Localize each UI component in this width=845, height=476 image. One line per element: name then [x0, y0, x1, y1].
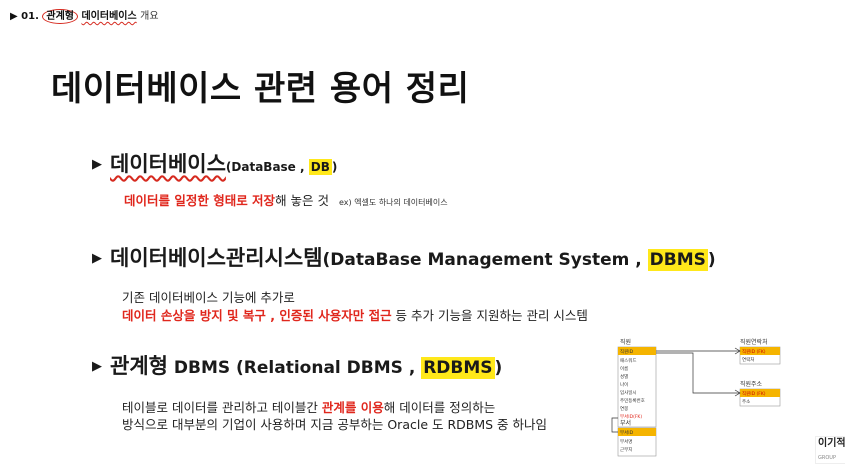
- dbms-rest-text: 등 추가 기능을 지원하는 관리 시스템: [391, 308, 588, 323]
- term-database: 데이터베이스: [110, 152, 226, 176]
- breadcrumb-circled-word: 관계형: [42, 9, 78, 24]
- term-relational: 관계형: [110, 354, 168, 378]
- erd-employee-title: 직원: [620, 338, 631, 346]
- erd-contact-field: 직원ID (FK): [742, 348, 766, 355]
- desc-red: 데이터를 일정한 형태로 저장: [124, 193, 276, 208]
- term-dbms: 데이터베이스관리시스템: [110, 246, 323, 270]
- bullet-icon: ▶: [92, 251, 102, 266]
- term-paren-suffix: ): [494, 358, 503, 378]
- page-title: 데이터베이스 관련 용어 정리: [51, 69, 470, 109]
- erd-employee-field: 이름: [620, 365, 628, 372]
- erd-employee-field: 패스워드: [620, 357, 637, 364]
- breadcrumb-prefix: ▶ 01.: [10, 11, 39, 22]
- rdbms-line1-a: 테이블로 데이터를 관리하고 테이블간: [122, 400, 322, 415]
- dbms-red-text: 데이터 손상을 방지 및 복구 , 인증된 사용자만 접근: [122, 308, 392, 323]
- erd-employee-field: 주민등록번호: [620, 397, 645, 404]
- erd-employee-field: 입사일시: [620, 389, 637, 396]
- erd-employee-field: 부서ID(FK): [620, 413, 642, 420]
- breadcrumb-suffix: 개요: [140, 11, 159, 22]
- erd-dept-field: 부서명: [620, 438, 632, 445]
- erd-diagram: 직원 직원ID 패스워드 이름 성별 나이 입사일시 주민등록번호 연봉 부서I…: [611, 338, 781, 457]
- erd-dept-title: 부서: [620, 419, 631, 427]
- logo-subtext: GROUP STUDY: [818, 455, 836, 461]
- section-dbms-line2: 데이터 손상을 방지 및 복구 , 인증된 사용자만 접근 등 추가 기능을 지…: [122, 305, 588, 324]
- erd-address-field: 직원ID (FK): [742, 390, 766, 397]
- erd-dept-field: 부서ID: [620, 429, 634, 436]
- desc-rest: 해 놓은 것: [275, 193, 330, 208]
- erd-employee-field: 직원ID: [620, 348, 634, 355]
- erd-contact-field: 연락처: [742, 356, 754, 363]
- breadcrumb: ▶ 01. 관계형 데이터베이스 개요: [10, 7, 159, 24]
- term-abbr-highlight: RDBMS: [421, 357, 495, 379]
- term-paren-prefix: (DataBase Management System ,: [322, 250, 648, 270]
- breadcrumb-wavy-word: 데이터베이스: [81, 11, 137, 22]
- rdbms-line1-red: 관계를 이용: [321, 400, 384, 415]
- section-database-desc: 데이터를 일정한 형태로 저장해 놓은 것 ex) 엑셀도 하나의 데이터베이스: [124, 190, 448, 209]
- erd-employee-field: 성별: [620, 373, 628, 380]
- section-rdbms-line2: 방식으로 대부분의 기업이 사용하며 지금 공부하는 Oracle 도 RDBM…: [122, 417, 548, 432]
- bullet-icon: ▶: [92, 359, 102, 374]
- term-paren-suffix: ): [331, 160, 338, 174]
- erd-contact-title: 직원연락처: [740, 338, 768, 346]
- term-paren-prefix: DBMS (Relational DBMS ,: [167, 358, 422, 378]
- erd-address-title: 직원주소: [740, 380, 763, 388]
- logo-text: 이기적: [818, 438, 845, 449]
- term-paren-suffix: ): [707, 250, 716, 270]
- term-abbr-highlight: DBMS: [647, 249, 708, 271]
- rdbms-line1-b: 해 데이터를 정의하는: [383, 400, 496, 415]
- erd-employee-field: 나이: [620, 381, 628, 388]
- section-rdbms-heading: ▶ 관계형 DBMS (Relational DBMS , RDBMS): [92, 350, 502, 380]
- section-database-heading: ▶ 데이터베이스(DataBase , DB): [92, 148, 337, 178]
- term-abbr-highlight: DB: [308, 159, 332, 175]
- section-dbms-line1: 기존 데이터베이스 기능에 추가로: [122, 290, 295, 305]
- bullet-icon: ▶: [92, 157, 102, 172]
- brand-logo: 이기적 GROUP STUDY: [815, 436, 845, 464]
- erd-employee-field: 연봉: [620, 405, 628, 412]
- desc-note: ex) 엑셀도 하나의 데이터베이스: [339, 198, 448, 207]
- erd-relation-line: [656, 352, 740, 394]
- erd-relation-line: [611, 417, 618, 433]
- section-dbms-heading: ▶ 데이터베이스관리시스템(DataBase Management System …: [92, 242, 716, 272]
- erd-dept-field: 근무지: [620, 446, 632, 453]
- erd-address-field: 주소: [742, 399, 750, 405]
- term-paren-prefix: (DataBase ,: [225, 160, 309, 174]
